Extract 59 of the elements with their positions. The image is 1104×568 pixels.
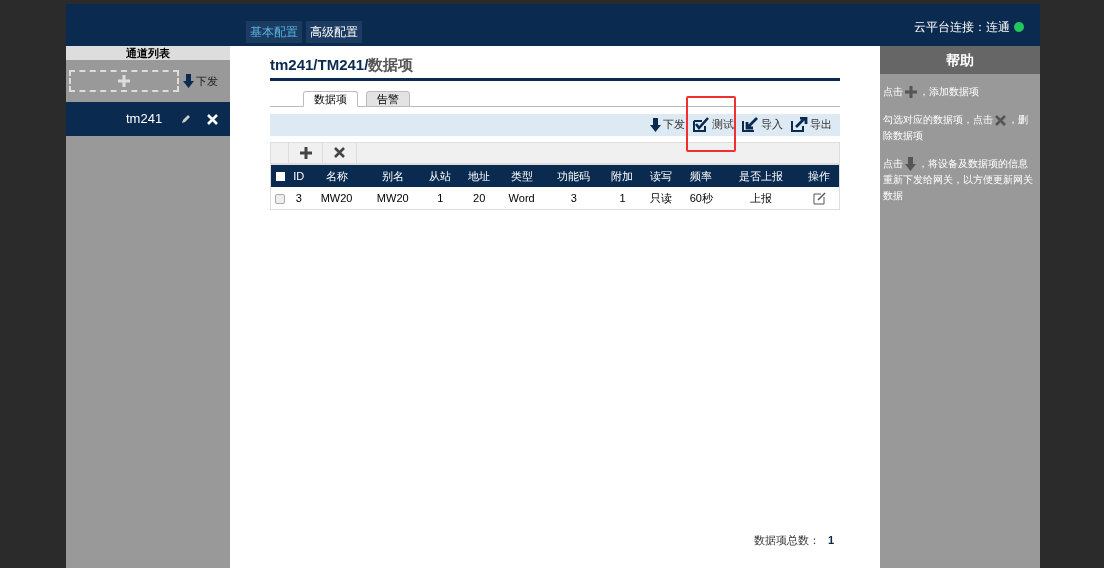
help-text: 点击 ，将设备及数据项的信息重新下发给网关，以方便更新网关数据 xyxy=(883,156,1034,203)
column-header: 功能码 xyxy=(544,164,603,187)
toolbar-button[interactable]: 导入 xyxy=(742,116,783,133)
column-header: 类型 xyxy=(498,164,545,187)
push-button[interactable]: 下发 xyxy=(183,72,218,90)
edit-pencil-icon[interactable] xyxy=(181,114,191,124)
sidebar-title: 通道列表 xyxy=(66,46,230,60)
table-cell: MW20 xyxy=(308,187,365,209)
column-header: 从站 xyxy=(420,164,460,187)
help-text: 点击 ，添加数据项 xyxy=(883,85,980,100)
table-cell: 只读 xyxy=(641,187,681,209)
nav-tab[interactable]: 高级配置 xyxy=(306,21,362,43)
column-header: 附加 xyxy=(603,164,642,187)
channel-name: tm241 xyxy=(126,110,163,129)
close-icon xyxy=(207,113,218,125)
plus-icon xyxy=(118,75,130,87)
table-cell: 60秒 xyxy=(680,187,722,209)
download-icon xyxy=(183,74,194,88)
column-header: 操作 xyxy=(799,164,840,187)
export-arrow-icon xyxy=(791,117,808,132)
column-header: ID xyxy=(289,164,309,187)
toolbar-button[interactable]: 下发 xyxy=(650,116,685,133)
total-count: 1 xyxy=(827,532,834,548)
column-header: 读写 xyxy=(641,164,681,187)
table-cell: 1 xyxy=(420,187,460,209)
table-cell: 1 xyxy=(603,187,642,209)
download-icon xyxy=(650,117,661,132)
toolbar-button[interactable]: 导出 xyxy=(791,116,832,133)
column-header: 频率 xyxy=(680,164,722,187)
table-cell: 3 xyxy=(544,187,603,209)
row-checkbox[interactable] xyxy=(275,193,285,204)
column-header: 是否上报 xyxy=(721,164,800,187)
help-title: 帮助 xyxy=(880,46,1040,74)
edit-icon[interactable] xyxy=(812,192,826,206)
table-cell: Word xyxy=(498,187,545,209)
table-cell: 上报 xyxy=(721,187,800,209)
close-icon xyxy=(334,147,345,158)
table-cell: MW20 xyxy=(364,187,421,209)
table-cell: 3 xyxy=(289,187,309,209)
column-header: 别名 xyxy=(364,164,421,187)
content-tab[interactable]: 告警 xyxy=(366,90,410,107)
plus-icon xyxy=(905,86,917,99)
table-cell: 20 xyxy=(459,187,499,209)
select-all-checkbox[interactable] xyxy=(275,172,285,182)
plus-icon xyxy=(299,146,312,159)
import-arrow-icon xyxy=(742,117,759,132)
content-tab[interactable]: 数据项 xyxy=(303,90,358,107)
column-header: 名称 xyxy=(308,164,365,187)
breadcrumb: tm241/TM241/数据项 xyxy=(270,56,414,73)
nav-tab[interactable]: 基本配置 xyxy=(246,21,302,43)
down-arrow-icon xyxy=(905,157,916,172)
checkbox-tick-icon xyxy=(693,117,710,132)
close-icon xyxy=(995,114,1006,126)
channel-item[interactable]: tm241 xyxy=(66,102,230,136)
help-text: 勾选对应的数据项，点击 ，删除数据项 xyxy=(883,113,1029,143)
column-header: 地址 xyxy=(459,164,499,187)
cloud-status: 云平台连接：连通 xyxy=(914,19,1010,36)
total-label: 数据项总数： xyxy=(753,532,820,548)
toolbar-button[interactable]: 测试 xyxy=(693,116,734,133)
